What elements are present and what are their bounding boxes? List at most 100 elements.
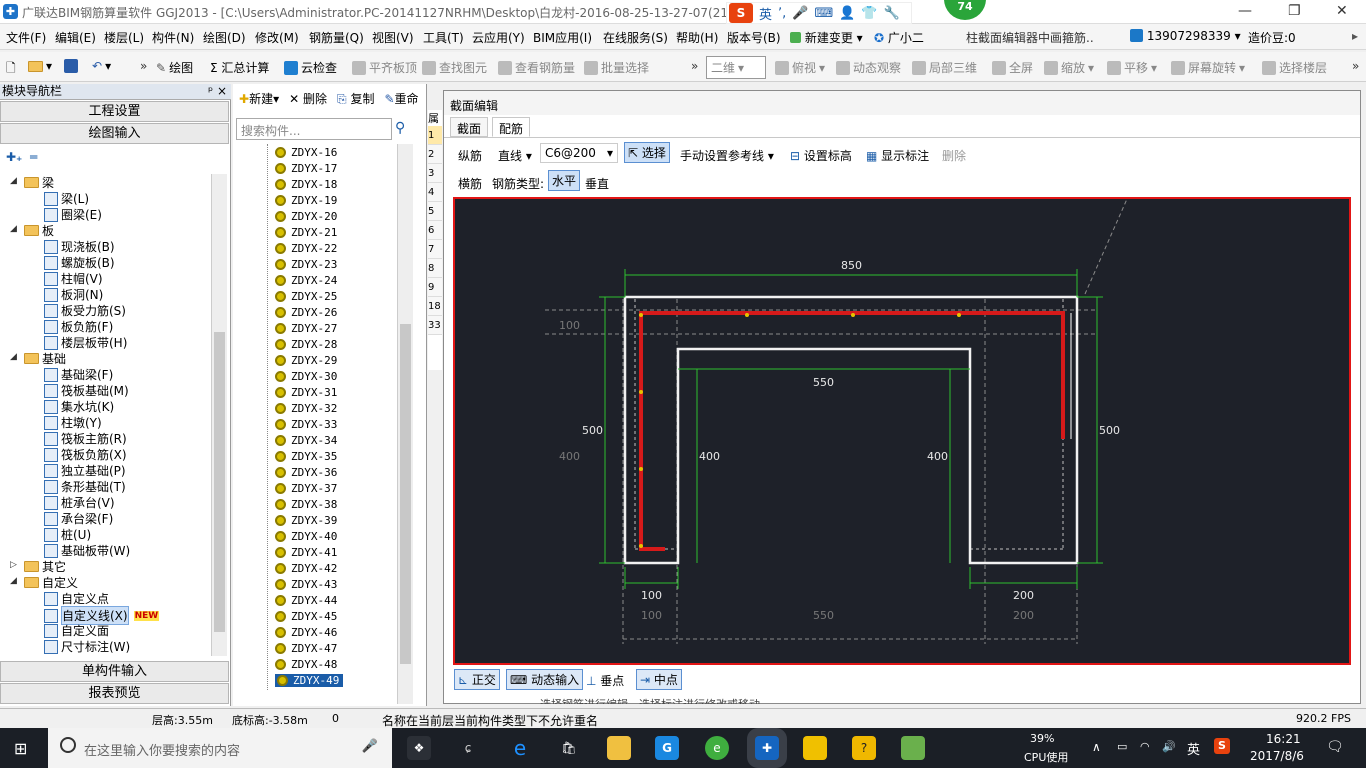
component-list-item[interactable]: ZDYX-21 (275, 226, 337, 239)
draw-button[interactable]: ✎ 绘图 (156, 59, 193, 76)
clock-time[interactable]: 16:21 (1266, 732, 1301, 746)
notes-app-icon[interactable] (803, 736, 827, 760)
component-list-item[interactable]: ZDYX-39 (275, 514, 337, 527)
component-list-item[interactable]: ZDYX-23 (275, 258, 337, 271)
property-row-number[interactable]: 4 (428, 183, 442, 202)
property-row-number[interactable]: 8 (428, 259, 442, 278)
property-row-number[interactable]: 5 (428, 202, 442, 221)
tree-item[interactable]: 独立基础(P) (44, 462, 126, 479)
single-component-input-button[interactable]: 单构件输入 (0, 661, 229, 682)
property-row-number[interactable]: 3 (428, 164, 442, 183)
line-type-dropdown[interactable]: 直线 ▾ (498, 147, 532, 164)
screen-rotate-button[interactable]: 屏幕旋转 ▾ (1171, 59, 1245, 76)
component-list-item[interactable]: ZDYX-38 (275, 498, 337, 511)
property-row-number[interactable]: 6 (428, 221, 442, 240)
align-slab-top-button[interactable]: 平齐板顶 (352, 59, 417, 76)
tray-ime[interactable]: 英 (1187, 739, 1200, 758)
report-preview-button[interactable]: 报表预览 (0, 683, 229, 704)
toolbar-overflow-icon[interactable]: » (140, 59, 147, 73)
pan-button[interactable]: 平移 ▾ (1107, 59, 1157, 76)
tree-item[interactable]: 承台梁(F) (44, 510, 113, 527)
tree-item[interactable]: ◢ 基础 (10, 350, 66, 367)
find-element-button[interactable]: 查找图元 (422, 59, 487, 76)
component-list-item[interactable]: ZDYX-26 (275, 306, 337, 319)
component-list-item[interactable]: ZDYX-33 (275, 418, 337, 431)
glodon-g-icon[interactable]: G (655, 736, 679, 760)
task-view-icon[interactable]: ❖ (407, 736, 431, 760)
collapse-icon[interactable]: ◢ (10, 352, 17, 362)
component-list-item[interactable]: ZDYX-28 (275, 338, 337, 351)
component-list-item[interactable]: ZDYX-30 (275, 370, 337, 383)
store-icon[interactable]: 🛍 (557, 736, 581, 760)
top-view-button[interactable]: 俯视 ▾ (775, 59, 825, 76)
menu-edit[interactable]: 编辑(E) (55, 29, 96, 46)
batch-select-button[interactable]: 批量选择 (584, 59, 649, 76)
menu-cloud[interactable]: 云应用(Y) (472, 29, 525, 46)
view-rebar-button[interactable]: 查看钢筋量 (498, 59, 575, 76)
component-list-item[interactable]: ZDYX-43 (275, 578, 337, 591)
component-list-item[interactable]: ZDYX-41 (275, 546, 337, 559)
component-list-item[interactable]: ZDYX-35 (275, 450, 337, 463)
expand-all-icon[interactable]: ✚₊ (6, 150, 22, 164)
tree-item[interactable]: 板负筋(F) (44, 318, 113, 335)
copy-component-button[interactable]: ⎘ 复制 (337, 90, 374, 107)
edge-icon[interactable]: e (508, 736, 532, 760)
menu-version[interactable]: 版本号(B) (727, 29, 781, 46)
delete-component-button[interactable]: ✕ 删除 (289, 90, 327, 107)
component-list-item[interactable]: ZDYX-45 (275, 610, 337, 623)
component-list-item[interactable]: ZDYX-40 (275, 530, 337, 543)
search-input[interactable]: 搜索构件... (236, 118, 392, 140)
tree-item[interactable]: ▷ 其它 (10, 558, 66, 575)
minimize-icon[interactable]: — (1238, 3, 1252, 19)
menu-floor[interactable]: 楼层(L) (104, 29, 144, 46)
tree-item[interactable]: ◢ 板 (10, 222, 54, 239)
menu-modify[interactable]: 修改(M) (255, 29, 299, 46)
new-component-button[interactable]: ✚新建▾ (239, 90, 279, 107)
tree-item[interactable]: 筏板基础(M) (44, 382, 129, 399)
tree-item[interactable]: ◢ 梁 (10, 174, 54, 191)
wrench-icon[interactable]: 🔧 (884, 6, 900, 21)
cost-beans[interactable]: 造价豆:0 (1248, 29, 1296, 46)
component-list-item[interactable]: ZDYX-49 (275, 674, 344, 687)
collapse-icon[interactable]: ◢ (10, 576, 17, 586)
tree-item[interactable]: 圈梁(E) (44, 206, 102, 223)
tree-item[interactable]: 梁(L) (44, 190, 89, 207)
shirt-icon[interactable]: 👕 (861, 6, 877, 21)
section-outline[interactable] (623, 295, 1079, 565)
tree-item[interactable]: 集水坑(K) (44, 398, 114, 415)
component-list-item[interactable]: ZDYX-48 (275, 658, 337, 671)
user-icon[interactable]: 👤 (839, 6, 855, 21)
tree-item[interactable]: 楼层板带(H) (44, 334, 127, 351)
select-button[interactable]: ⇱ 选择 (624, 142, 670, 163)
menu-tools[interactable]: 工具(T) (423, 29, 464, 46)
tree-scrollbar[interactable] (211, 174, 227, 656)
undo-icon[interactable]: ↶ ▾ (92, 59, 111, 73)
cloud-check-button[interactable]: 云检查 (284, 59, 337, 76)
section-canvas[interactable]: 850 550 500 400 400 500 100 200 100 400 … (453, 197, 1351, 665)
tray-expand-icon[interactable]: ∧ (1092, 740, 1101, 754)
drawing-input-button[interactable]: 绘图输入 (0, 123, 229, 144)
tab-rebar[interactable]: 配筋 (492, 117, 531, 137)
rebar-spec-input[interactable]: C6@200 ▾ (540, 143, 618, 163)
horizontal-button[interactable]: 水平 (548, 170, 581, 191)
sogou-tray-icon[interactable]: S (1214, 738, 1230, 754)
component-list-item[interactable]: ZDYX-18 (275, 178, 337, 191)
menu-component[interactable]: 构件(N) (152, 29, 194, 46)
menu-help[interactable]: 帮助(H) (676, 29, 718, 46)
collapse-icon[interactable]: ◢ (10, 176, 17, 186)
component-list-item[interactable]: ZDYX-37 (275, 482, 337, 495)
help-app-icon[interactable]: ? (852, 736, 876, 760)
file-explorer-icon[interactable] (607, 736, 631, 760)
taskbar-search-input[interactable]: 在这里输入你要搜索的内容 🎤 (48, 728, 392, 768)
ggj-app-icon[interactable]: ✚ (755, 736, 779, 760)
component-list-item[interactable]: ZDYX-17 (275, 162, 337, 175)
view-2d-select[interactable]: 二维 ▾ (706, 56, 766, 79)
tree-item[interactable]: 柱墩(Y) (44, 414, 102, 431)
menu-bim[interactable]: BIM应用(I) (533, 29, 592, 46)
rename-component-button[interactable]: ✎重命 (384, 90, 418, 107)
tree-item[interactable]: 自定义点 (44, 590, 109, 607)
fullscreen-button[interactable]: 全屏 (992, 59, 1033, 76)
component-list-item[interactable]: ZDYX-24 (275, 274, 337, 287)
midpoint-snap-button[interactable]: ⇥ 中点 (636, 669, 682, 690)
close-icon[interactable]: ✕ (1336, 3, 1348, 19)
